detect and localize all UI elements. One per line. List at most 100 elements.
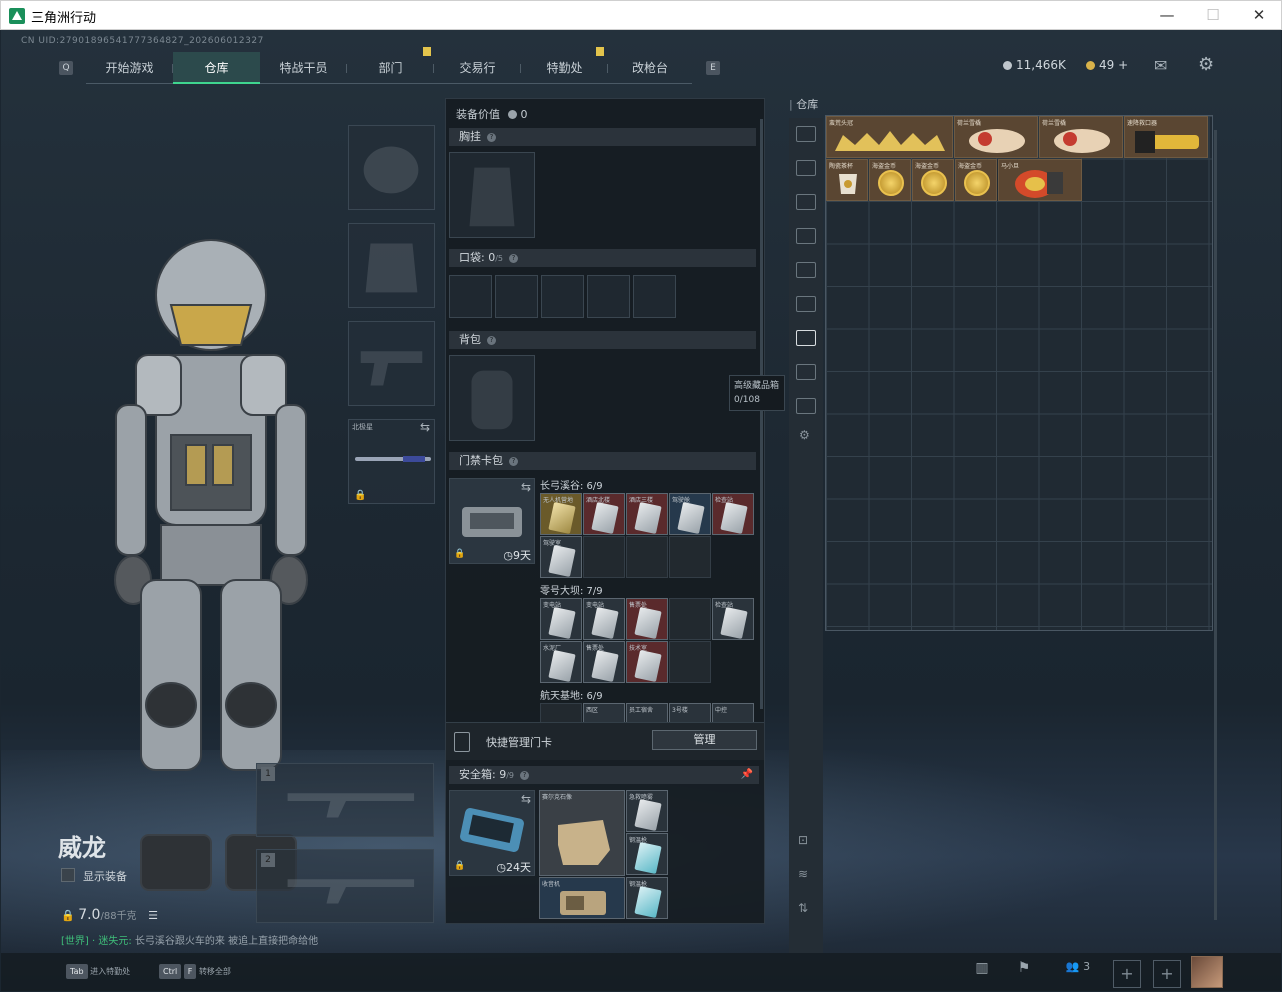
safebox-item[interactable]: 赛尔克石像 <box>539 790 625 876</box>
warehouse-layers-icon[interactable]: ≋ <box>798 867 808 881</box>
warehouse-item[interactable]: 海盗金币 <box>955 159 997 201</box>
keycard-empty-slot[interactable] <box>669 598 711 640</box>
keycard-item[interactable]: 技术室 <box>626 641 668 683</box>
enter-special-ops-hint[interactable]: Tab 进入特勤处 <box>66 964 130 979</box>
keycard-item[interactable]: 检查站 <box>712 493 754 535</box>
warehouse-tab-8-icon[interactable] <box>796 398 816 414</box>
help-icon[interactable]: ? <box>509 457 518 466</box>
safebox-item[interactable]: 钢温枪 <box>626 833 668 875</box>
gold-currency[interactable]: 49 + <box>1086 58 1128 72</box>
tab-special-ops[interactable]: 特勤处 <box>521 52 608 84</box>
help-icon[interactable]: ? <box>487 133 496 142</box>
stats-chart-icon[interactable]: ▥ <box>969 960 995 984</box>
equip-scrollbar[interactable] <box>760 119 763 709</box>
mail-icon[interactable]: ✉ <box>1154 56 1167 75</box>
keycard-empty-slot[interactable] <box>540 703 582 723</box>
warehouse-item[interactable]: 马小旦 <box>998 159 1082 201</box>
keycard-item[interactable]: 售票处 <box>626 598 668 640</box>
keycard-item[interactable]: 驾驶舱 <box>669 493 711 535</box>
warehouse-tab-7-icon[interactable] <box>796 364 816 380</box>
warehouse-tab-3-icon[interactable] <box>796 228 816 244</box>
backpack-slot[interactable] <box>449 355 535 441</box>
maximize-button[interactable]: ☐ <box>1190 1 1236 30</box>
keycard-item[interactable]: 酒店北楼 <box>583 493 625 535</box>
armor-slot[interactable] <box>348 223 435 308</box>
pocket-slot[interactable] <box>541 275 584 318</box>
pocket-slot[interactable] <box>495 275 538 318</box>
tab-department[interactable]: 部门 <box>347 52 434 84</box>
keycard-item[interactable]: 无人机营地 <box>540 493 582 535</box>
nav-right-key-icon[interactable]: E <box>706 61 720 75</box>
warehouse-tab-1-icon[interactable] <box>796 160 816 176</box>
keycard-item[interactable]: 中控 <box>712 703 754 723</box>
warehouse-grid[interactable]: 蛮荒头冠 荷兰雪橇 荷兰雪橇 速降救口器 陶瓷茶杯 海盗金币 海盗金币 海盗金币… <box>825 115 1213 631</box>
invite-slot-button[interactable]: + <box>1153 960 1181 988</box>
warehouse-item[interactable]: 海盗金币 <box>869 159 911 201</box>
invite-slot-button[interactable]: + <box>1113 960 1141 988</box>
pistol-slot[interactable] <box>348 321 435 406</box>
warehouse-item[interactable]: 速降救口器 <box>1124 116 1208 158</box>
warehouse-tab-4-icon[interactable] <box>796 262 816 278</box>
help-icon[interactable]: ? <box>520 771 530 780</box>
keycard-bag-slot[interactable]: ⇆ 🔒 ◷9天 <box>449 478 535 564</box>
warehouse-tab-5-icon[interactable] <box>796 296 816 312</box>
warehouse-tidy-icon[interactable]: ⇅ <box>798 901 808 915</box>
safebox-item[interactable]: 钢温枪 <box>626 877 668 919</box>
settings-gear-icon[interactable]: ⚙ <box>1198 54 1214 75</box>
add-currency-icon[interactable]: + <box>1118 58 1128 72</box>
keycard-item[interactable]: 水泥厂 <box>540 641 582 683</box>
warehouse-tab-all-icon[interactable] <box>796 126 816 142</box>
tab-operators[interactable]: 特战干员 <box>260 52 347 84</box>
nav-left-key-icon[interactable]: Q <box>59 61 73 75</box>
keycard-item[interactable]: 酒店三楼 <box>626 493 668 535</box>
swap-icon[interactable]: ⇆ <box>521 792 531 806</box>
pocket-slot[interactable] <box>449 275 492 318</box>
minimize-button[interactable]: — <box>1144 1 1190 30</box>
transfer-all-hint[interactable]: Ctrl F 转移全部 <box>159 964 231 979</box>
warehouse-item[interactable]: 海盗金币 <box>912 159 954 201</box>
keycard-item[interactable]: 变电站 <box>583 598 625 640</box>
warehouse-tab-2-icon[interactable] <box>796 194 816 210</box>
keycard-empty-slot[interactable] <box>626 536 668 578</box>
keycard-empty-slot[interactable] <box>669 536 711 578</box>
flag-icon[interactable]: ⚑ <box>1011 960 1037 984</box>
keycard-item[interactable]: 检查站 <box>712 598 754 640</box>
warehouse-item[interactable]: 蛮荒头冠 <box>826 116 953 158</box>
tab-gunsmith[interactable]: 改枪台 <box>608 52 692 84</box>
primary-weapon-slot[interactable]: 1 <box>256 763 434 837</box>
warehouse-item[interactable]: 荷兰雪橇 <box>954 116 1038 158</box>
keycard-empty-slot[interactable] <box>669 641 711 683</box>
help-icon[interactable]: ? <box>509 254 519 263</box>
keycard-empty-slot[interactable] <box>583 536 625 578</box>
list-icon[interactable]: ☰ <box>148 909 158 922</box>
keycard-item[interactable]: 变电站 <box>540 598 582 640</box>
tab-warehouse[interactable]: 仓库 <box>173 52 260 84</box>
warehouse-tab-collection-icon[interactable] <box>796 330 816 346</box>
warehouse-settings-gear-icon[interactable]: ⚙ <box>799 428 810 442</box>
keycard-item[interactable]: 员工宿舍 <box>626 703 668 723</box>
keycard-item[interactable]: 驾驶室 <box>540 536 582 578</box>
friends-icon[interactable]: 👥 3 <box>1061 960 1095 984</box>
keycard-item[interactable]: 售票处 <box>583 641 625 683</box>
close-button[interactable]: ✕ <box>1236 1 1282 30</box>
warehouse-sort-icon[interactable]: ⊡ <box>798 833 808 847</box>
warehouse-item[interactable]: 荷兰雪橇 <box>1039 116 1123 158</box>
melee-slot[interactable]: 北极星 ⇆ 🔒 <box>348 419 435 504</box>
secondary-weapon-slot[interactable]: 2 <box>256 849 434 923</box>
safebox-slot[interactable]: ⇆ 🔒 ◷24天 <box>449 790 535 876</box>
pocket-slot[interactable] <box>633 275 676 318</box>
warehouse-scrollbar[interactable] <box>1214 130 1217 920</box>
tab-start-game[interactable]: 开始游戏 <box>86 52 173 84</box>
helmet-slot[interactable] <box>348 125 435 210</box>
pin-icon[interactable]: 📌 <box>741 766 753 784</box>
safebox-item[interactable]: 急救喷雾 <box>626 790 668 832</box>
swap-icon[interactable]: ⇆ <box>420 420 430 434</box>
warehouse-item[interactable]: 陶瓷茶杯 <box>826 159 868 201</box>
help-icon[interactable]: ? <box>487 336 496 345</box>
keycard-item[interactable]: 3号楼 <box>669 703 711 723</box>
swap-icon[interactable]: ⇆ <box>521 480 531 494</box>
show-gear-checkbox[interactable] <box>61 868 75 882</box>
safebox-item[interactable]: 收音机 <box>539 877 625 919</box>
pocket-slot[interactable] <box>587 275 630 318</box>
tab-trade[interactable]: 交易行 <box>434 52 521 84</box>
